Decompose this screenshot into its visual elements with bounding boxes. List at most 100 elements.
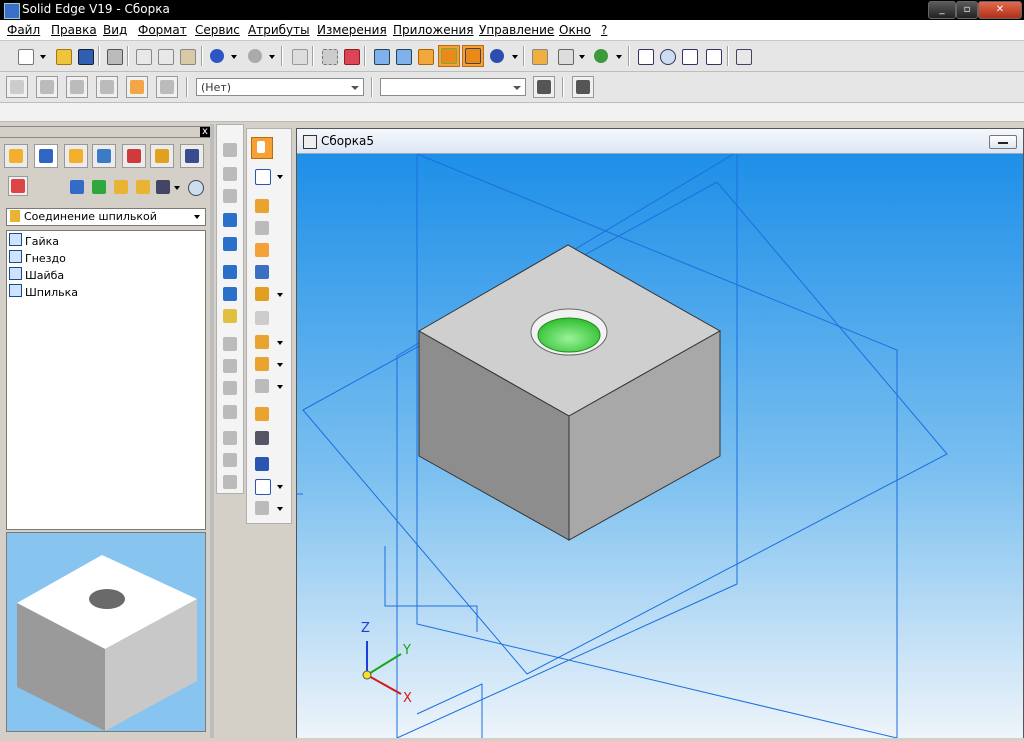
menu-attributes[interactable]: Атрибуты	[248, 23, 310, 37]
solid-edge-app-icon[interactable]	[4, 3, 20, 19]
vt1-tool-2-icon[interactable]	[221, 165, 239, 183]
menu-manage[interactable]: Управление	[479, 23, 554, 37]
menu-window[interactable]: Окно	[559, 23, 591, 37]
shaded-view-button[interactable]	[438, 45, 460, 67]
vt1-tool-13-icon[interactable]	[221, 429, 239, 447]
tab-layers-icon[interactable]	[92, 144, 116, 168]
style-apply-icon[interactable]	[533, 76, 555, 98]
help-icon[interactable]	[734, 47, 752, 65]
vt2-sketch-icon[interactable]	[253, 167, 271, 185]
menu-measure[interactable]: Измерения	[317, 23, 387, 37]
vt1-tool-15-icon[interactable]	[221, 473, 239, 491]
vt2-assemble-icon[interactable]	[253, 197, 271, 215]
cut-icon[interactable]	[134, 47, 152, 65]
minimize-button[interactable]: _	[928, 1, 956, 19]
redo-dropdown-icon[interactable]	[269, 55, 275, 59]
tab-colors-icon[interactable]	[122, 144, 146, 168]
undo-icon[interactable]	[208, 47, 226, 65]
vt2-relate-icon[interactable]	[253, 219, 271, 237]
vt2-pattern-icon[interactable]	[253, 285, 271, 303]
assembly-tool-6-icon[interactable]	[156, 76, 178, 98]
view-iso-icon[interactable]	[372, 47, 390, 65]
zoom-area-icon[interactable]	[636, 47, 654, 65]
vt1-tool-9-icon[interactable]	[221, 335, 239, 353]
vt1-tool-1-icon[interactable]	[221, 141, 239, 159]
save-icon[interactable]	[76, 47, 94, 65]
pane-new-folder-icon[interactable]	[134, 178, 152, 196]
3d-viewport[interactable]: Z Y X	[297, 151, 1023, 739]
menu-format[interactable]: Формат	[138, 23, 187, 37]
document-minimize-button[interactable]	[989, 135, 1017, 149]
menu-file[interactable]: Файл	[7, 23, 40, 37]
maximize-button[interactable]: ▫	[956, 1, 978, 19]
vt1-tool-5-icon[interactable]	[221, 235, 239, 253]
pane-tool-icon[interactable]	[8, 176, 28, 196]
pane-view-dropdown-icon[interactable]	[174, 186, 180, 190]
assembly-tool-4-icon[interactable]	[96, 76, 118, 98]
select-tool-icon[interactable]	[320, 47, 338, 65]
menu-view[interactable]: Вид	[103, 23, 127, 37]
tree-item-washer[interactable]: Шайба	[9, 267, 64, 283]
render-sphere-icon[interactable]	[488, 47, 506, 65]
new-icon[interactable]	[16, 47, 34, 65]
view-dim-icon[interactable]	[394, 47, 412, 65]
assembly-tool-5-icon[interactable]	[126, 76, 148, 98]
vt2-tool-7-icon[interactable]	[253, 333, 271, 351]
rotate-view-icon[interactable]	[592, 47, 610, 65]
part-select-icon[interactable]	[342, 47, 360, 65]
menu-edit[interactable]: Правка	[51, 23, 97, 37]
assembly-tool-1-icon[interactable]	[6, 76, 28, 98]
vt2-tool-8-icon[interactable]	[253, 355, 271, 373]
vt1-tool-11-icon[interactable]	[221, 379, 239, 397]
vt2-fastener-icon[interactable]	[253, 263, 271, 281]
layer-combo[interactable]: (Нет)	[196, 78, 364, 96]
new-dropdown-icon[interactable]	[40, 55, 46, 59]
assembly-tool-3-icon[interactable]	[66, 76, 88, 98]
view-trim-icon[interactable]	[416, 47, 434, 65]
vt2-cut-icon[interactable]	[253, 309, 271, 327]
menu-service[interactable]: Сервис	[195, 23, 240, 37]
vt1-tool-10-icon[interactable]	[221, 357, 239, 375]
vt2-tool-10-icon[interactable]	[253, 405, 271, 423]
vt2-tool-9-icon[interactable]	[253, 377, 271, 395]
tree-item-nut[interactable]: Гайка	[9, 233, 59, 249]
view-orient-dropdown-icon[interactable]	[579, 55, 585, 59]
print-icon[interactable]	[105, 47, 123, 65]
vt1-tool-8-icon[interactable]	[221, 307, 239, 325]
copy-icon[interactable]	[156, 47, 174, 65]
vt2-part-icon[interactable]	[253, 241, 271, 259]
pane-search-icon[interactable]	[186, 178, 204, 196]
open-icon[interactable]	[54, 47, 72, 65]
redo-icon[interactable]	[246, 47, 264, 65]
tab-assembly-icon[interactable]	[4, 144, 28, 168]
vt1-tool-6-icon[interactable]	[221, 263, 239, 281]
format-painter-icon[interactable]	[572, 76, 594, 98]
vt1-tool-12-icon[interactable]	[221, 403, 239, 421]
tab-parts-icon[interactable]	[34, 144, 58, 168]
vt2-tool-11-icon[interactable]	[253, 429, 271, 447]
color-manager-icon[interactable]	[530, 47, 548, 65]
vt1-tool-14-icon[interactable]	[221, 451, 239, 469]
rotate-dropdown-icon[interactable]	[616, 55, 622, 59]
close-button[interactable]: ✕	[978, 1, 1022, 19]
vt2-tool-14-icon[interactable]	[253, 499, 271, 517]
paste-icon[interactable]	[178, 47, 196, 65]
vt1-tool-7-icon[interactable]	[221, 285, 239, 303]
pane-back-icon[interactable]	[90, 178, 108, 196]
assembly-tool-2-icon[interactable]	[36, 76, 58, 98]
pane-close-icon[interactable]: x	[200, 127, 210, 137]
pane-up-icon[interactable]	[112, 178, 130, 196]
vt2-plane-icon[interactable]	[253, 477, 271, 495]
view-orient-icon[interactable]	[556, 47, 574, 65]
pane-splitter[interactable]	[210, 124, 214, 738]
model-canvas[interactable]: Z Y X	[297, 151, 1023, 739]
fit-icon[interactable]	[680, 47, 698, 65]
tab-library-icon[interactable]	[150, 144, 174, 168]
vt1-tool-3-icon[interactable]	[221, 187, 239, 205]
pane-view-icon[interactable]	[154, 178, 172, 196]
menu-applications[interactable]: Приложения	[393, 23, 474, 37]
stud-hole[interactable]	[537, 317, 601, 353]
menu-help[interactable]: ?	[601, 23, 607, 37]
pane-place-icon[interactable]	[68, 178, 86, 196]
tree-item-socket[interactable]: Гнездо	[9, 250, 66, 266]
